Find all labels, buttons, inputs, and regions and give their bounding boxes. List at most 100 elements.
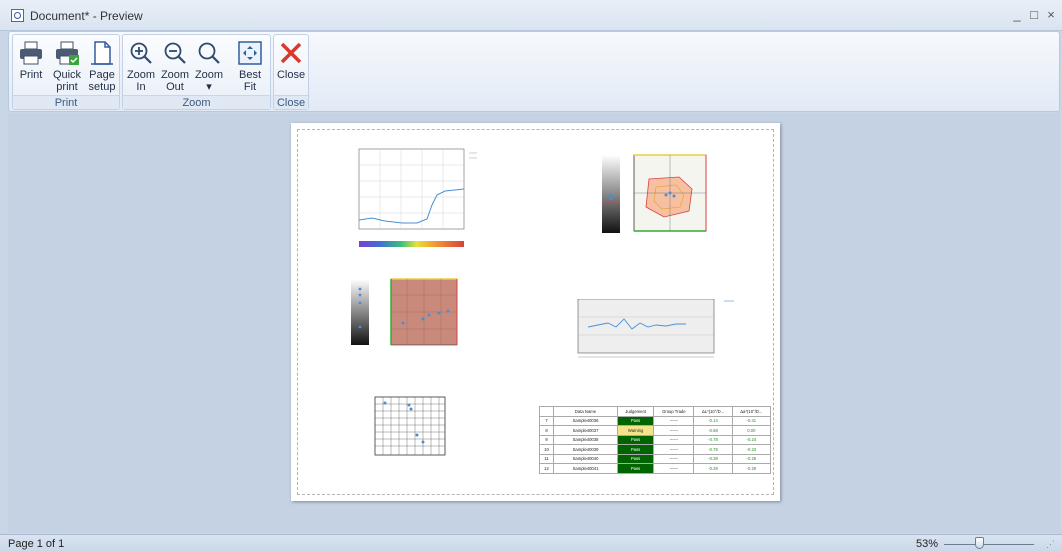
group-cell: ------ [653,434,695,445]
judgement-badge: Pass [616,453,655,464]
group-cell: ------ [653,463,695,474]
delta-l-cell: -0.38 [693,453,733,464]
print-label: Print [19,69,43,81]
page-setup-button[interactable]: Page setup [86,37,118,97]
page-setup-icon [91,41,113,65]
page-count-status: Page 1 of 1 [8,538,65,550]
table-row: 10 Sample40039 Pass ------ -0.78 -0.23 [539,444,772,455]
status-bar: Page 1 of 1 53% ⋰ [0,534,1062,552]
table-header: Judgement [616,406,655,417]
delta-a-cell: -0.23 [731,444,772,455]
preview-app-icon [11,9,24,22]
delta-l-cell: -0.78 [693,434,733,445]
preview-workspace[interactable]: Data Name Judgement Group Trade ΔL*(10°/… [8,113,1060,533]
color-space-thumbnail [602,154,707,233]
table-row: 9 Sample40038 Pass ------ -0.78 -0.24 [539,434,772,445]
print-group: Print Quick print Page setup Print [12,34,120,110]
group-cell: ------ [653,425,695,436]
row-id: 11 [539,453,554,464]
row-id: 10 [539,444,554,455]
ribbon: Print Quick print Page setup Print Zoom … [8,31,1060,112]
best-fit-label: Best Fit [238,69,261,93]
zoom-in-icon [130,42,152,64]
zoom-group: Zoom In Zoom Out Zoom ▾ Best Fit Zoom [122,34,271,110]
group-cell: ------ [653,444,695,455]
table-header: ΔL*(10°/D... [693,406,733,417]
judgement-badge: Pass [616,434,655,445]
delta-a-cell: -0.41 [731,415,772,426]
data-name-cell: Sample40039 [553,444,618,455]
zoom-percentage: 53% [916,538,939,550]
table-row: 8 Sample40037 Warning ------ -0.68 0.00 [539,425,772,436]
zoom-slider-thumb[interactable] [975,537,984,549]
table-header: Group Trade [653,406,695,417]
data-name-cell: Sample40037 [553,425,618,436]
table-row: 12 Sample40041 Pass ------ -0.39 -0.29 [539,463,772,474]
print-group-label: Print [13,95,119,109]
delta-l-cell: -0.39 [693,463,733,474]
close-preview-label: Close [276,69,306,81]
page-setup-label: Page setup [88,69,116,93]
row-id: 8 [539,425,554,436]
row-id: 7 [539,415,554,426]
title-bar: Document* - Preview _ □ × [0,0,1062,31]
data-name-cell: Sample40038 [553,434,618,445]
close-icon [280,42,302,64]
delta-a-cell: -0.26 [731,453,772,464]
zoom-out-icon [164,42,186,64]
zoom-dropdown-label: Zoom ▾ [194,69,224,93]
lab-chart-thumbnail [351,278,458,346]
delta-l-cell: -0.68 [693,425,733,436]
zoom-in-button[interactable]: Zoom In [126,37,156,97]
zoom-group-label: Zoom [123,95,270,109]
judgement-badge: Pass [616,444,655,455]
zoom-in-label: Zoom In [126,69,156,93]
close-window-button[interactable]: × [1043,7,1059,23]
judgement-badge: Warning [616,425,655,436]
magnifier-icon [198,42,220,64]
data-name-cell: Sample40036 [553,415,618,426]
table-header: Data Name [553,406,618,417]
table-header [539,406,554,417]
best-fit-button[interactable]: Best Fit [234,37,266,97]
quick-print-label: Quick print [52,69,82,93]
table-header-row: Data Name Judgement Group Trade ΔL*(10°/… [539,406,772,417]
delta-a-cell: -0.29 [731,463,772,474]
delta-a-cell: 0.00 [731,425,772,436]
printer-icon [20,41,42,65]
zoom-out-button[interactable]: Zoom Out [160,37,190,97]
best-fit-icon [238,41,262,65]
judgement-badge: Pass [616,463,655,474]
preview-page[interactable]: Data Name Judgement Group Trade ΔL*(10°/… [291,123,780,501]
minimize-button[interactable]: _ [1009,7,1025,23]
zoom-dropdown-button[interactable]: Zoom ▾ [194,37,224,97]
trend-chart-thumbnail [577,299,734,358]
close-group-label: Close [274,95,308,109]
quick-print-icon [56,41,79,65]
spectral-curve-thumbnail [358,148,477,247]
judgement-badge: Pass [616,415,655,426]
table-row: 7 Sample40036 Pass ------ -0.14 -0.41 [539,415,772,426]
row-id: 9 [539,434,554,445]
group-cell: ------ [653,453,695,464]
quick-print-button[interactable]: Quick print [50,37,84,97]
data-name-cell: Sample40040 [553,453,618,464]
zoom-out-label: Zoom Out [160,69,190,93]
close-group: Close Close [273,34,309,110]
close-preview-button[interactable]: Close [276,37,306,97]
maximize-button[interactable]: □ [1026,7,1042,23]
grid-chart-thumbnail [374,396,446,456]
print-button[interactable]: Print [16,37,46,97]
delta-l-cell: -0.78 [693,444,733,455]
data-name-cell: Sample40041 [553,463,618,474]
sample-data-table: Data Name Judgement Group Trade ΔL*(10°/… [539,406,772,474]
window-title: Document* - Preview [30,9,143,23]
table-row: 11 Sample40040 Pass ------ -0.38 -0.26 [539,453,772,464]
resize-grip-icon[interactable]: ⋰ [1046,539,1056,549]
zoom-slider-track[interactable] [944,544,1034,545]
group-cell: ------ [653,415,695,426]
row-id: 12 [539,463,554,474]
delta-a-cell: -0.24 [731,434,772,445]
table-header: Δa*(10°/D... [731,406,772,417]
delta-l-cell: -0.14 [693,415,733,426]
